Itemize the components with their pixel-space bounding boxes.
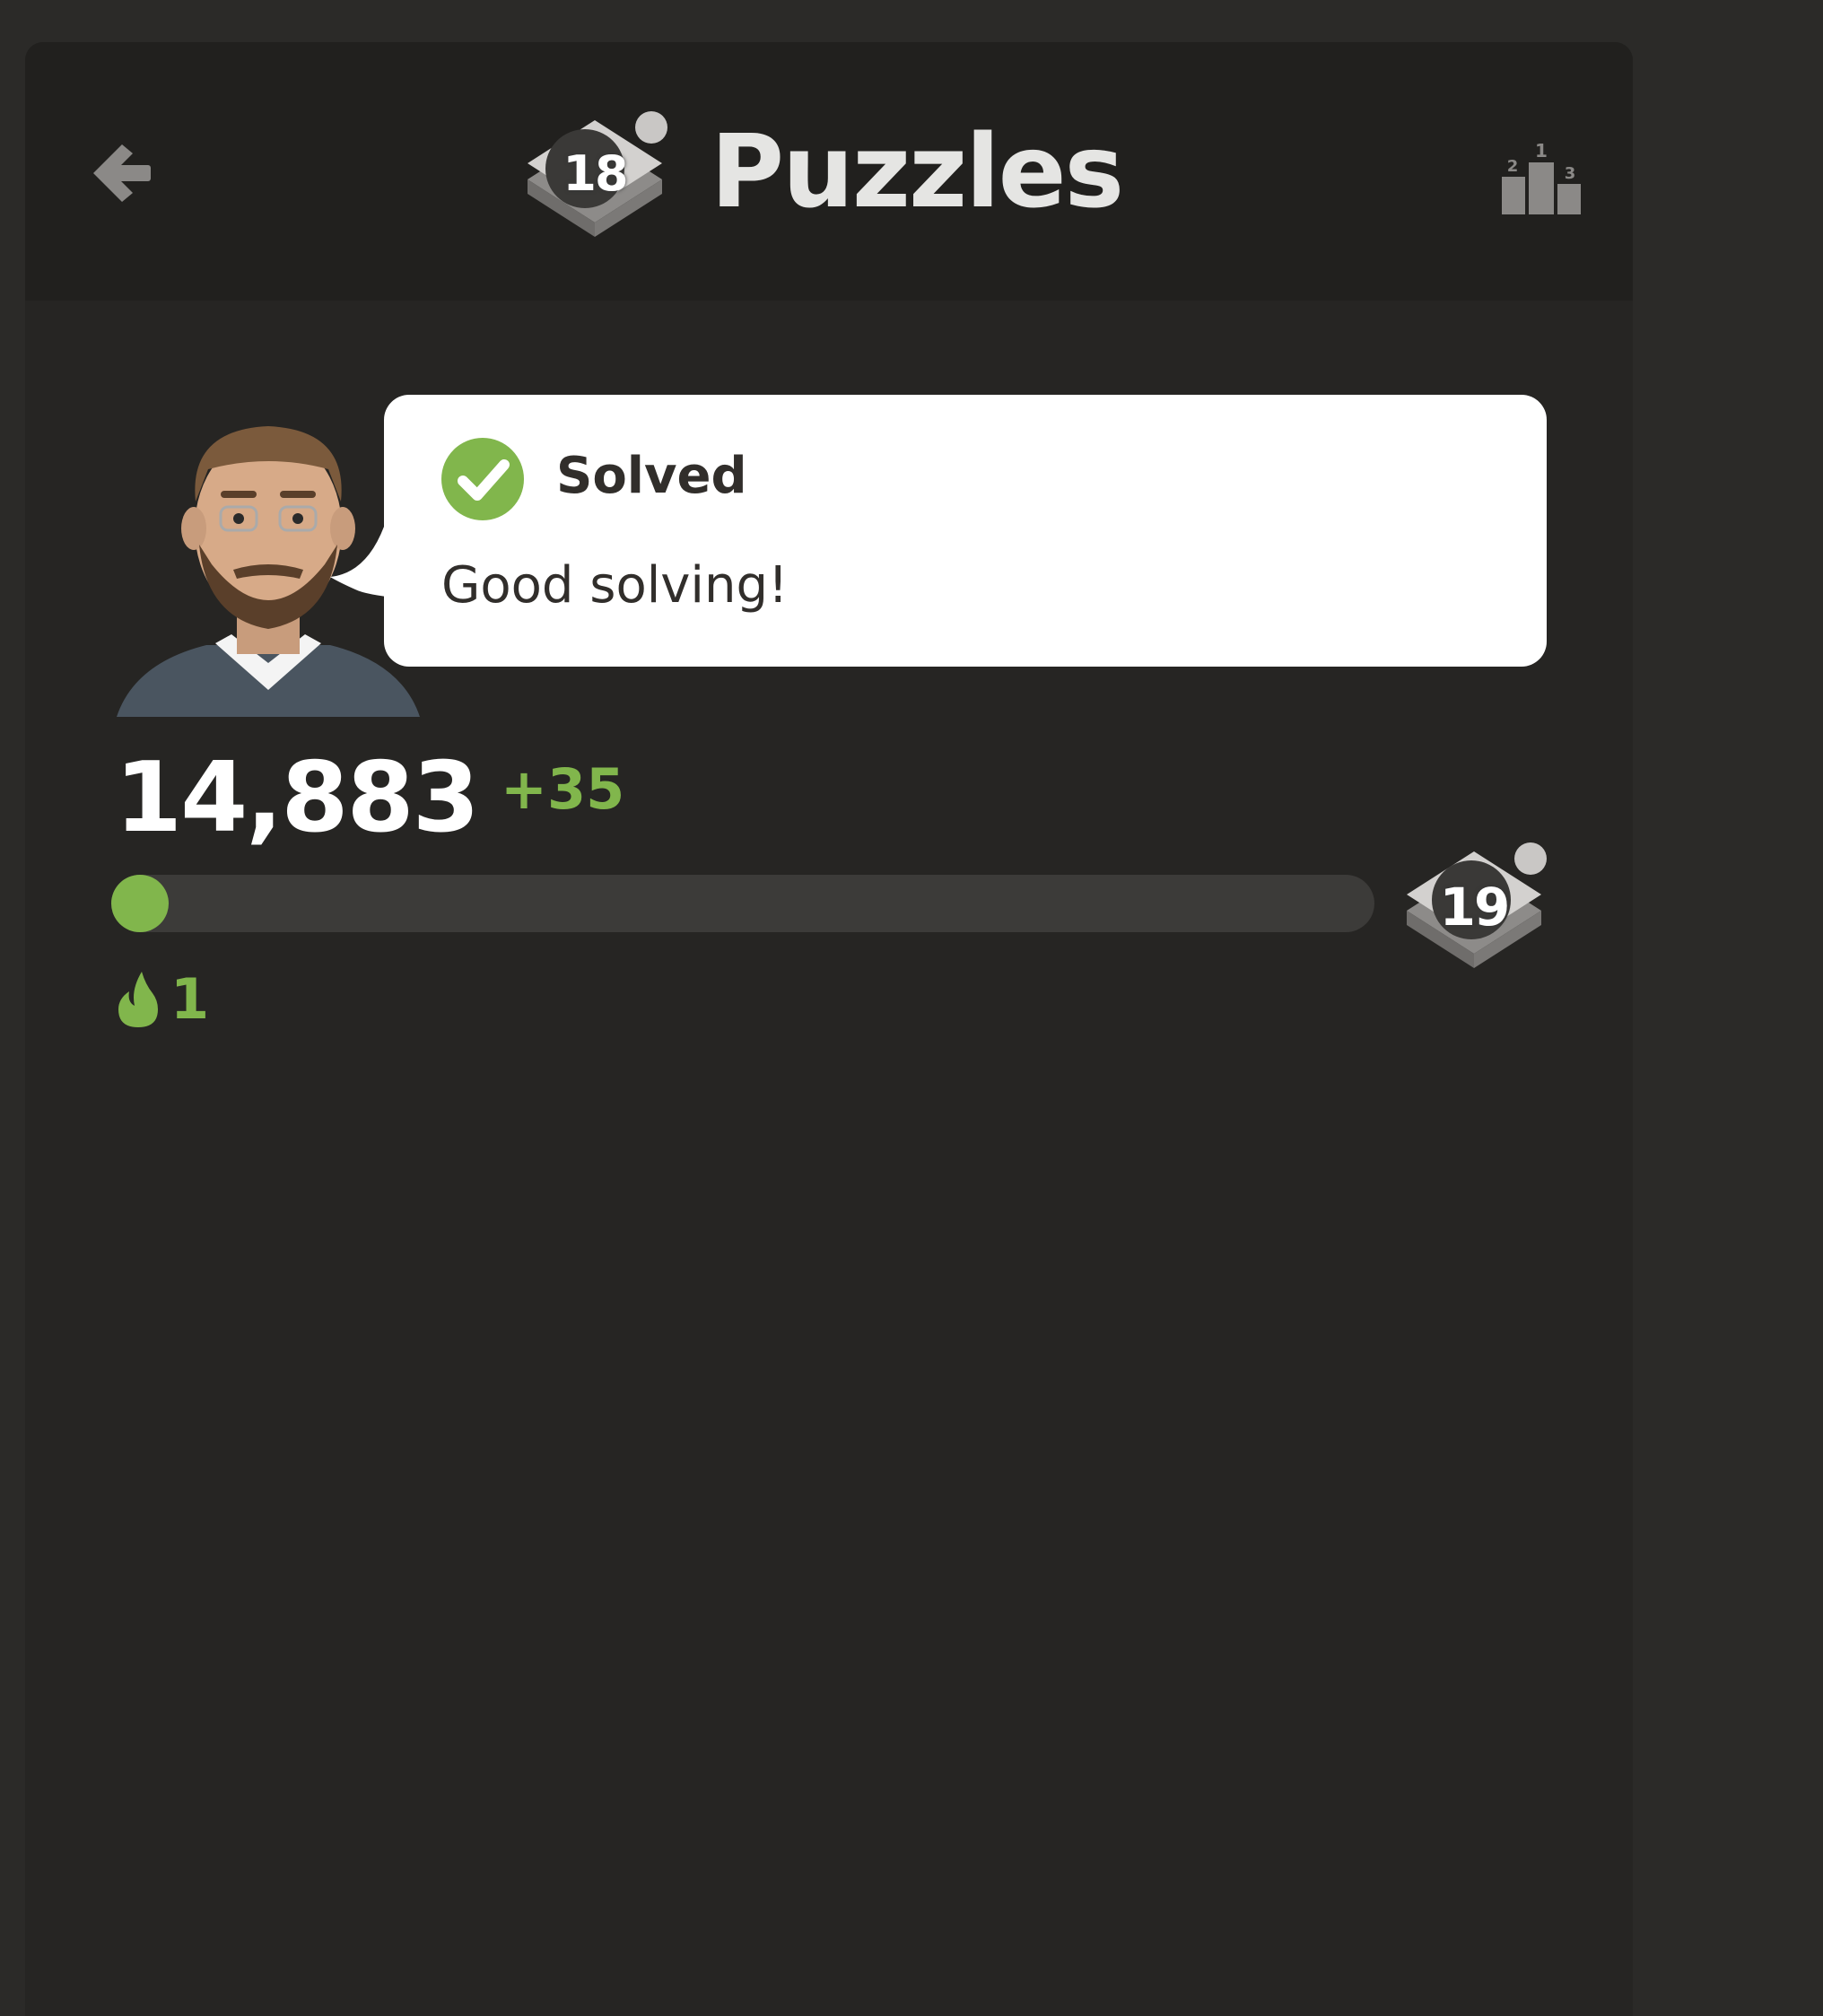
current-level: 18 bbox=[563, 145, 628, 202]
check-circle-icon bbox=[441, 438, 524, 520]
level-progress-fill bbox=[111, 875, 169, 932]
back-button[interactable] bbox=[75, 130, 161, 216]
next-level-badge: 19 bbox=[1398, 832, 1550, 975]
page-title-group: 18 Puzzles bbox=[519, 96, 1124, 249]
header: 18 Puzzles 1 2 3 bbox=[25, 42, 1633, 301]
svg-text:1: 1 bbox=[1535, 140, 1548, 161]
streak-count: 1 bbox=[170, 966, 210, 1032]
level-progress-bar bbox=[111, 875, 1374, 932]
rating-delta: +35 bbox=[501, 756, 625, 822]
svg-text:2: 2 bbox=[1507, 157, 1519, 176]
arrow-left-icon bbox=[93, 144, 151, 202]
puzzle-rating: 14,883 bbox=[115, 742, 480, 854]
streak: 1 bbox=[118, 966, 209, 1032]
level-badge: 18 bbox=[519, 100, 671, 244]
svg-text:3: 3 bbox=[1565, 164, 1576, 183]
page-title: Puzzles bbox=[711, 114, 1124, 231]
next-level: 19 bbox=[1439, 877, 1511, 938]
puzzles-panel: 18 Puzzles 1 2 3 Solved Good solving! 14… bbox=[25, 42, 1633, 2016]
leaderboard-button[interactable]: 1 2 3 bbox=[1496, 135, 1586, 222]
feedback-message: Good solving! bbox=[441, 556, 789, 615]
feedback-bubble: Solved Good solving! bbox=[384, 395, 1547, 667]
status-label: Solved bbox=[556, 447, 747, 505]
podium-icon: 1 2 3 bbox=[1502, 140, 1581, 214]
flame-icon bbox=[118, 971, 158, 1027]
